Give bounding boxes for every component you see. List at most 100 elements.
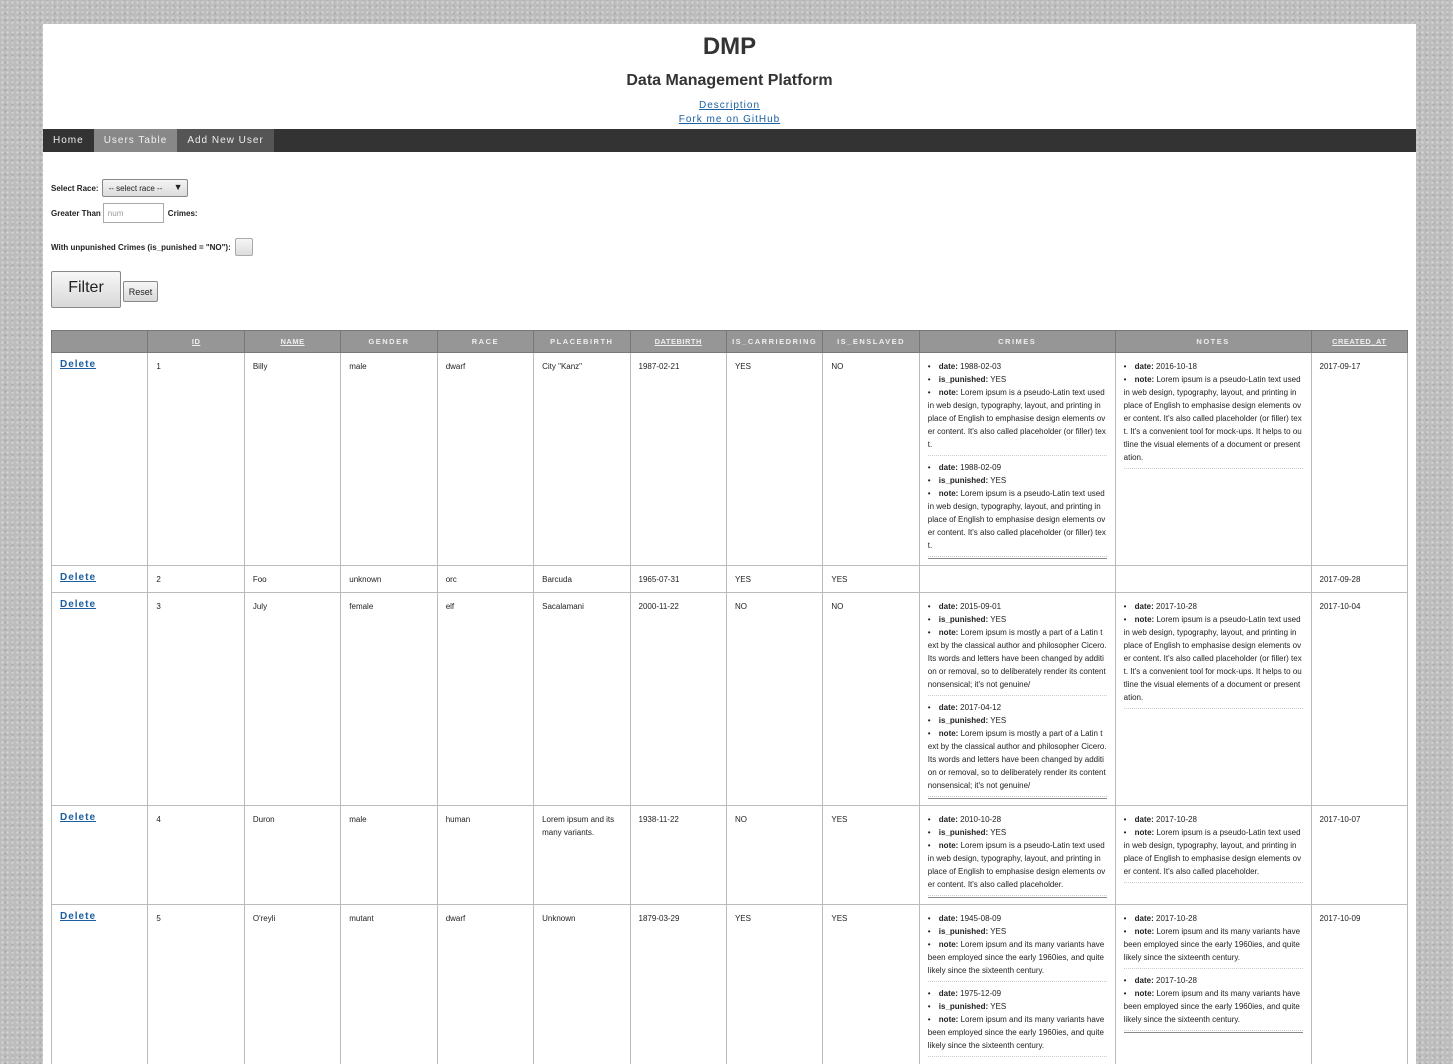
- crime-is-punished-line: •is_punished: YES: [928, 826, 1107, 839]
- crime-is-punished: YES: [990, 476, 1006, 485]
- note-entry: •date: 2017-10-28•note: Lorem ipsum is a…: [1124, 813, 1303, 883]
- column-header-placebirth: PLACEBIRTH: [534, 331, 630, 353]
- field-key: is_punished:: [939, 828, 988, 837]
- bullet-icon: •: [928, 714, 939, 727]
- note-note-line: •note: Lorem ipsum and its many variants…: [1124, 987, 1303, 1026]
- delete-button[interactable]: Delete: [60, 599, 96, 610]
- cell-placebirth: Unknown: [534, 905, 630, 1064]
- crime-entry: •date: 1945-08-09•is_punished: YES•note:…: [928, 912, 1107, 982]
- delete-button[interactable]: Delete: [60, 812, 96, 823]
- crime-is-punished-line: •is_punished: YES: [928, 1000, 1107, 1013]
- note-date: 2017-10-28: [1156, 976, 1197, 985]
- cell-crimes: [919, 566, 1115, 593]
- cell-is-carriedring: YES: [726, 905, 822, 1064]
- crime-date-line: •date: 2015-09-01: [928, 600, 1107, 613]
- crime-is-punished: YES: [990, 1002, 1006, 1011]
- cell-datebirth: 1938-11-22: [630, 806, 726, 905]
- cell-notes: [1115, 566, 1311, 593]
- nav-add-new-user[interactable]: Add New User: [177, 129, 273, 152]
- description-link[interactable]: Description: [43, 99, 1416, 113]
- cell-is-carriedring: YES: [726, 353, 822, 566]
- column-header-gender: GENDER: [341, 331, 437, 353]
- race-label: Select Race:: [51, 184, 99, 193]
- crime-note-line: •note: Lorem ipsum is mostly a part of a…: [928, 626, 1107, 691]
- header-links: Description Fork me on GitHub: [43, 90, 1416, 127]
- bullet-icon: •: [928, 373, 939, 386]
- cell-id: 2: [148, 566, 244, 593]
- note-note-line: •note: Lorem ipsum and its many variants…: [1124, 925, 1303, 964]
- field-key: is_punished:: [939, 375, 988, 384]
- sort-link-created-at[interactable]: CREATED_AT: [1332, 337, 1386, 346]
- cell-name: O'reyli: [244, 905, 340, 1064]
- github-link[interactable]: Fork me on GitHub: [43, 113, 1416, 127]
- race-select[interactable]: -- select race -- ▼: [102, 179, 188, 197]
- cell-name: Foo: [244, 566, 340, 593]
- note-note: Lorem ipsum is a pseudo-Latin text used …: [1124, 375, 1302, 462]
- cell-id: 1: [148, 353, 244, 566]
- note-date-line: •date: 2017-10-28: [1124, 912, 1303, 925]
- cell-name: July: [244, 593, 340, 806]
- bullet-icon: •: [928, 839, 939, 852]
- crime-note: Lorem ipsum is a pseudo-Latin text used …: [928, 489, 1106, 550]
- field-key: is_punished:: [939, 716, 988, 725]
- note-entry: •date: 2016-10-18•note: Lorem ipsum is a…: [1124, 360, 1303, 469]
- note-date-line: •date: 2017-10-28: [1124, 600, 1303, 613]
- bullet-icon: •: [1124, 974, 1135, 987]
- field-key: is_punished:: [939, 927, 988, 936]
- bullet-icon: •: [928, 474, 939, 487]
- crime-is-punished: YES: [990, 375, 1006, 384]
- column-header-id[interactable]: ID: [148, 331, 244, 353]
- crimes-count-input[interactable]: num: [103, 203, 164, 223]
- delete-button[interactable]: Delete: [60, 911, 96, 922]
- bullet-icon: •: [928, 613, 939, 626]
- note-date: 2017-10-28: [1156, 914, 1197, 923]
- cell-race: human: [437, 806, 533, 905]
- unpunished-checkbox[interactable]: [235, 238, 253, 256]
- cell-is-enslaved: YES: [823, 806, 919, 905]
- field-key: date:: [1135, 976, 1154, 985]
- cell-actions: Delete: [52, 806, 148, 905]
- sort-link-datebirth[interactable]: DATEBIRTH: [655, 337, 702, 346]
- crime-date-line: •date: 1988-02-03: [928, 360, 1107, 373]
- delete-button[interactable]: Delete: [60, 359, 96, 370]
- field-key: date:: [939, 463, 958, 472]
- cell-gender: mutant: [341, 905, 437, 1064]
- column-header-datebirth[interactable]: DATEBIRTH: [630, 331, 726, 353]
- bullet-icon: •: [928, 600, 939, 613]
- crime-date-line: •date: 1975-12-09: [928, 987, 1107, 1000]
- crime-is-punished: YES: [990, 828, 1006, 837]
- cell-datebirth: 1879-03-29: [630, 905, 726, 1064]
- cell-is-carriedring: NO: [726, 806, 822, 905]
- nav-home[interactable]: Home: [43, 129, 94, 152]
- cell-datebirth: 1987-02-21: [630, 353, 726, 566]
- bullet-icon: •: [928, 626, 939, 639]
- column-header-actions: [52, 331, 148, 353]
- reset-button[interactable]: Reset: [123, 281, 158, 302]
- nav-users-table[interactable]: Users Table: [94, 129, 178, 152]
- sort-link-name[interactable]: NAME: [281, 337, 305, 346]
- crime-note: Lorem ipsum is mostly a part of a Latin …: [928, 628, 1107, 689]
- cell-race: dwarf: [437, 353, 533, 566]
- filter-actions: Filter Reset: [51, 271, 253, 308]
- table-header-row: ID NAME GENDER RACE PLACEBIRTH DATEBIRTH…: [52, 331, 1408, 353]
- bullet-icon: •: [1124, 613, 1135, 626]
- cell-crimes: •date: 1988-02-03•is_punished: YES•note:…: [919, 353, 1115, 566]
- cell-placebirth: Sacalamani: [534, 593, 630, 806]
- field-key: note:: [939, 489, 959, 498]
- bullet-icon: •: [928, 938, 939, 951]
- users-table: ID NAME GENDER RACE PLACEBIRTH DATEBIRTH…: [51, 330, 1408, 1064]
- column-header-created-at[interactable]: CREATED_AT: [1311, 331, 1407, 353]
- cell-race: elf: [437, 593, 533, 806]
- crimes-label: Crimes:: [168, 209, 198, 218]
- filter-button[interactable]: Filter: [51, 271, 121, 308]
- list-divider: [928, 798, 1107, 799]
- app-subtitle: Data Management Platform: [43, 61, 1416, 90]
- delete-button[interactable]: Delete: [60, 572, 96, 583]
- bullet-icon: •: [928, 360, 939, 373]
- sort-link-id[interactable]: ID: [192, 337, 201, 346]
- crime-date-line: •date: 2010-10-28: [928, 813, 1107, 826]
- bullet-icon: •: [928, 987, 939, 1000]
- note-date-line: •date: 2016-10-18: [1124, 360, 1303, 373]
- bullet-icon: •: [1124, 925, 1135, 938]
- column-header-name[interactable]: NAME: [244, 331, 340, 353]
